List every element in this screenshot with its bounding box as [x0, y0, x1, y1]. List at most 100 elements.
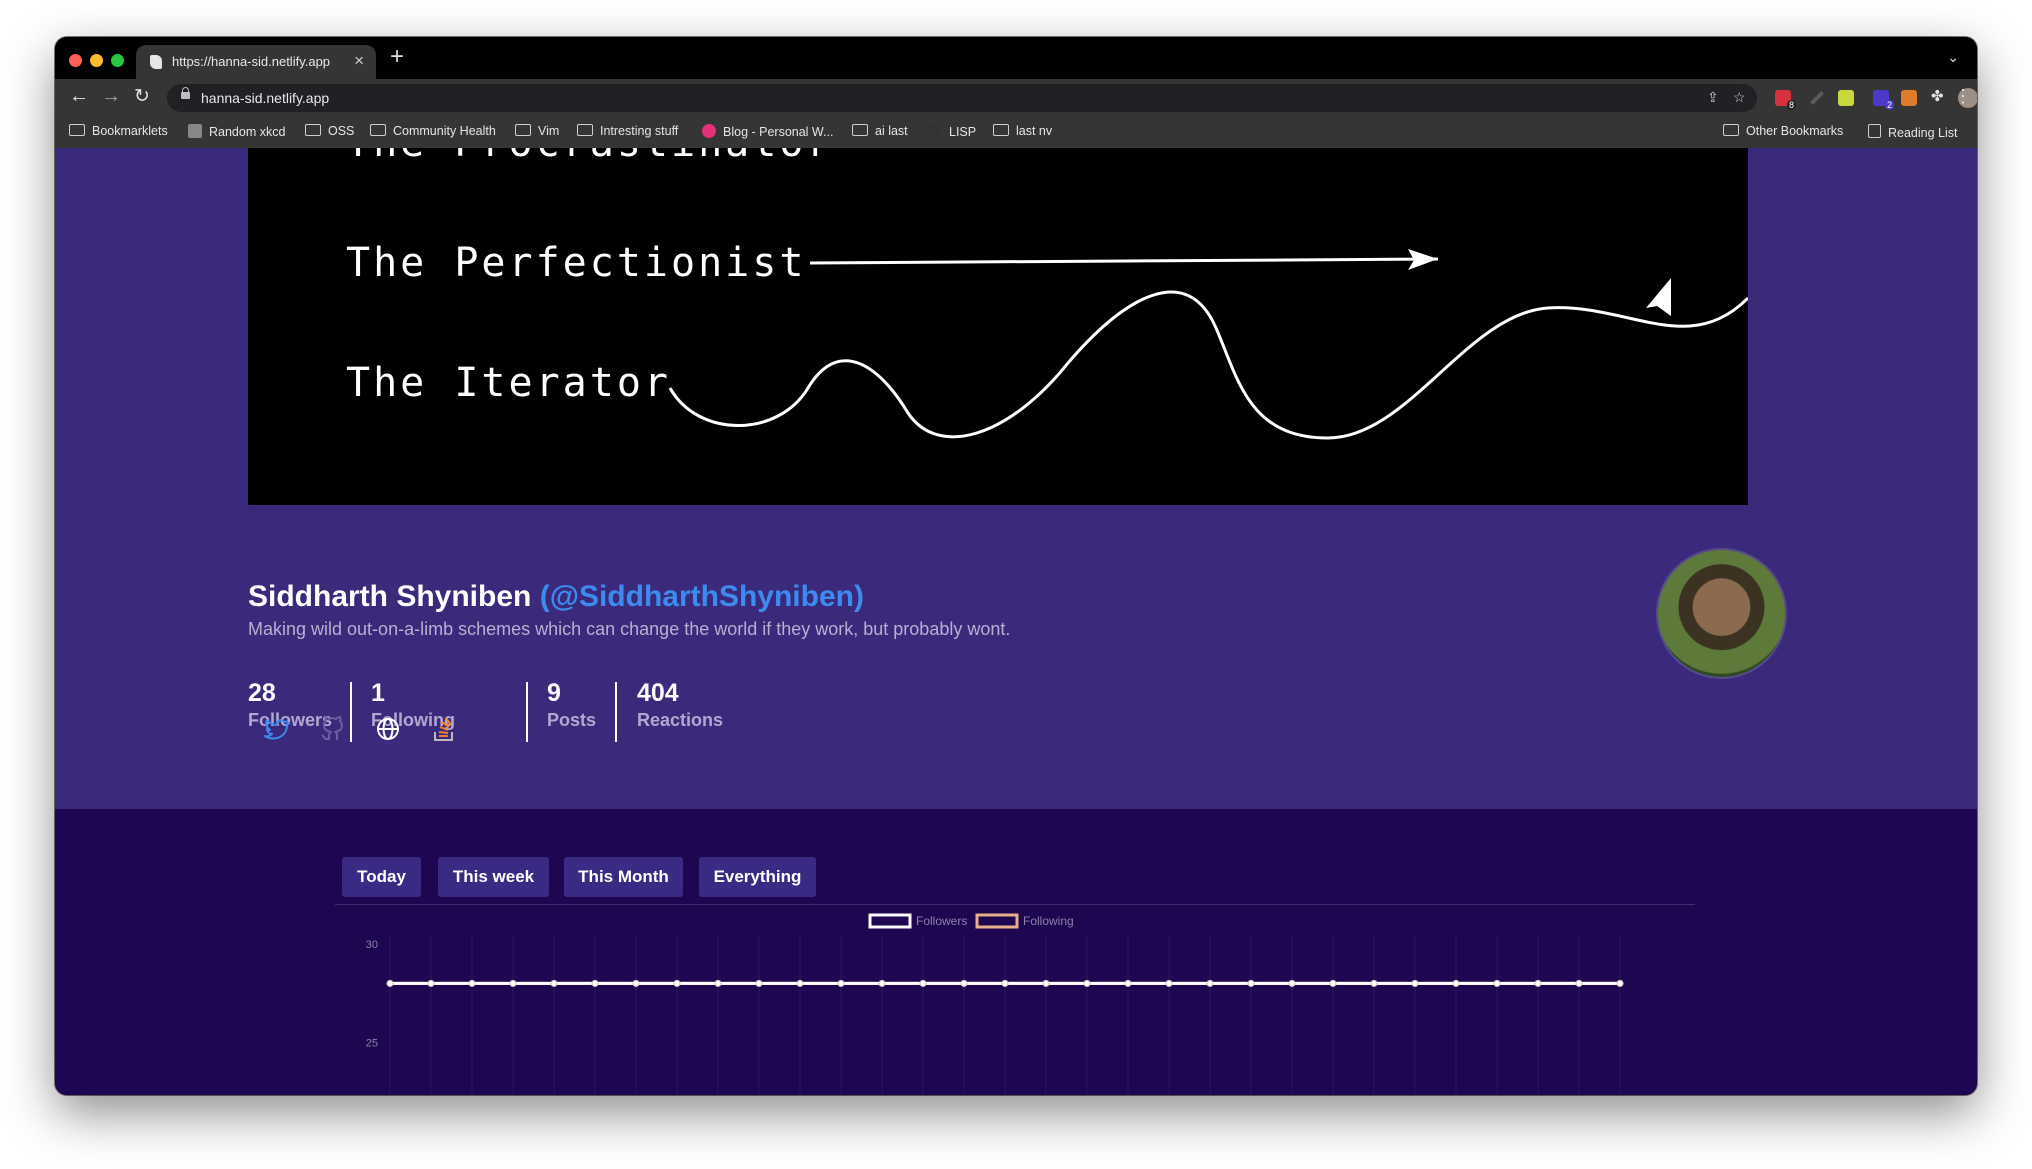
legend-label: Following [1023, 914, 1074, 928]
tab-search-chevron-icon[interactable]: ⌄ [1947, 49, 1959, 66]
new-tab-button[interactable]: + [390, 43, 404, 71]
extensions-puzzle-icon[interactable]: ✤ [1931, 87, 1947, 105]
period-everything-button[interactable]: Everything [699, 857, 816, 897]
data-point [1206, 979, 1214, 987]
data-point [591, 979, 599, 987]
data-point [1247, 979, 1255, 987]
forward-button[interactable]: → [101, 85, 121, 108]
data-point [1001, 979, 1009, 987]
bookmark-label: Vim [538, 124, 560, 138]
period-today-button[interactable]: Today [342, 857, 421, 897]
data-point [1288, 979, 1296, 987]
bookmark-label: Random xkcd [209, 125, 286, 139]
data-point [919, 979, 927, 987]
browser-window: https://hanna-sid.netlify.app × + ⌄ ← → … [55, 37, 1977, 1095]
tab-title: https://hanna-sid.netlify.app [172, 54, 331, 69]
banner-label-top: The Procrastinator [346, 148, 833, 166]
browser-menu-icon[interactable]: ⋮ [1954, 86, 1972, 107]
data-point [550, 979, 558, 987]
dribbble-icon [702, 124, 716, 138]
banner-illustration: The Procrastinator The Perfectionist The… [346, 148, 1748, 440]
data-point [714, 979, 722, 987]
bookmark-item[interactable]: Random xkcd [188, 124, 285, 139]
extension-3-icon[interactable] [1838, 90, 1854, 106]
folder-icon [305, 124, 321, 136]
profile-handle-link[interactable]: (@SiddharthShyniben) [540, 580, 864, 613]
bookmark-folder[interactable]: Vim [515, 124, 559, 138]
maximize-window-button[interactable] [111, 54, 124, 67]
stat-reactions: 404 Reactions [637, 678, 723, 742]
extension-5-icon[interactable] [1901, 90, 1917, 106]
bookmark-label: Bookmarklets [92, 124, 168, 138]
bookmark-item[interactable]: LISP [928, 124, 976, 139]
bookmark-label: Intresting stuff [600, 124, 679, 138]
data-point [468, 979, 476, 987]
legend-swatch [975, 913, 1019, 929]
close-window-button[interactable] [69, 54, 82, 67]
bookmark-folder[interactable]: Bookmarklets [69, 124, 168, 138]
back-button[interactable]: ← [69, 85, 89, 108]
reload-button[interactable]: ↻ [134, 85, 150, 108]
bookmark-label: last nv [1016, 124, 1053, 138]
bookmark-label: Community Health [393, 124, 496, 138]
stackoverflow-icon[interactable] [429, 714, 459, 744]
stat-posts: 9 Posts [547, 678, 596, 742]
folder-icon [1723, 124, 1739, 136]
share-icon[interactable]: ⇪ [1707, 89, 1719, 106]
bookmark-star-icon[interactable]: ☆ [1733, 89, 1746, 106]
stat-divider [615, 682, 617, 742]
data-point [1370, 979, 1378, 987]
bookmarks-bar: Bookmarklets Random xkcd OSS Community H… [55, 117, 1977, 149]
stats-section: Today This week This Month Everything 30… [55, 809, 1977, 1095]
extension-2-icon[interactable] [1809, 90, 1825, 106]
folder-icon [515, 124, 531, 136]
github-icon[interactable] [318, 714, 348, 744]
lisp-icon [928, 124, 942, 138]
minimize-window-button[interactable] [90, 54, 103, 67]
bookmark-folder[interactable]: Community Health [370, 124, 496, 138]
profile-name-line: Siddharth Shyniben (@SiddharthShyniben) [248, 580, 864, 614]
globe-icon[interactable] [373, 714, 403, 744]
bookmark-item[interactable]: Blog - Personal W... [702, 124, 833, 139]
legend-swatch [868, 913, 912, 929]
data-point [427, 979, 435, 987]
folder-icon [852, 124, 868, 136]
data-point [1575, 979, 1583, 987]
data-point [1165, 979, 1173, 987]
stat-divider [526, 682, 528, 742]
bookmark-folder[interactable]: last nv [993, 124, 1052, 138]
address-bar[interactable]: hanna-sid.netlify.app ⇪ ☆ [167, 84, 1757, 112]
close-tab-icon[interactable]: × [354, 51, 364, 71]
twitter-icon[interactable] [262, 714, 292, 744]
address-url[interactable]: hanna-sid.netlify.app [201, 90, 329, 106]
y-tick-label: 25 [366, 1038, 378, 1050]
bookmark-folder[interactable]: ai last [852, 124, 908, 138]
stat-value: 9 [547, 679, 561, 707]
data-point [509, 979, 517, 987]
data-point [1042, 979, 1050, 987]
other-bookmarks[interactable]: Other Bookmarks [1723, 124, 1843, 138]
stat-value: 28 [248, 679, 276, 707]
xkcd-icon [188, 124, 202, 138]
stat-divider [350, 682, 352, 742]
reading-list[interactable]: Reading List [1868, 124, 1958, 140]
bookmark-folder[interactable]: Intresting stuff [577, 124, 678, 138]
profile-section: The Procrastinator The Perfectionist The… [55, 148, 1977, 809]
stat-label: Reactions [637, 710, 724, 730]
banner-label-iterator: The Iterator [346, 360, 671, 406]
data-point [1452, 979, 1460, 987]
data-point [632, 979, 640, 987]
extension-badge: 8 [1787, 100, 1797, 110]
data-point [1329, 979, 1337, 987]
profile-name: Siddharth Shyniben [248, 580, 532, 613]
browser-tab[interactable]: https://hanna-sid.netlify.app × [136, 45, 376, 79]
lock-icon [181, 87, 190, 99]
data-point [1534, 979, 1542, 987]
period-this-month-button[interactable]: This Month [564, 857, 683, 897]
bookmark-folder[interactable]: OSS [305, 124, 354, 138]
wavy-arrow-line [668, 290, 1748, 440]
data-point [1493, 979, 1501, 987]
extension-badge: 2 [1885, 100, 1895, 110]
bookmark-label: OSS [328, 124, 355, 138]
period-this-week-button[interactable]: This week [438, 857, 549, 897]
